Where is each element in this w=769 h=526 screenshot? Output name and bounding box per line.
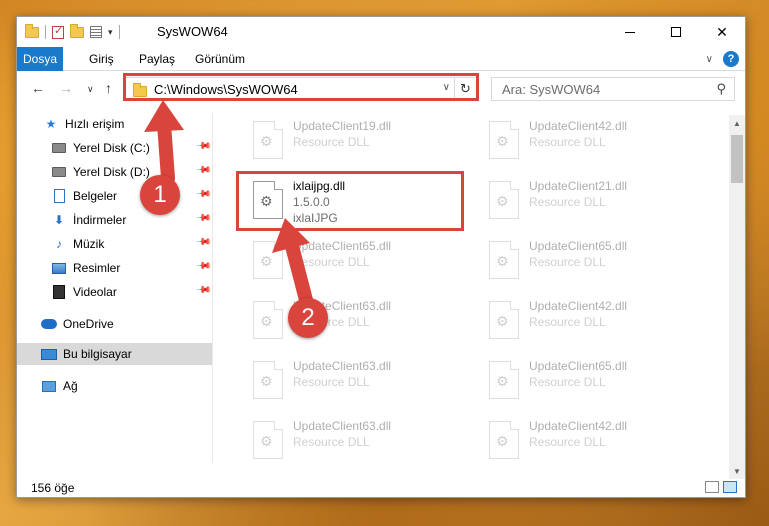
callout-badge-1: 1 [140, 175, 180, 215]
callout-badge-2: 2 [288, 298, 328, 338]
callout-arrows [144, 100, 313, 307]
callout-arrow-2 [272, 218, 313, 307]
callout-arrow-1 [144, 100, 184, 185]
